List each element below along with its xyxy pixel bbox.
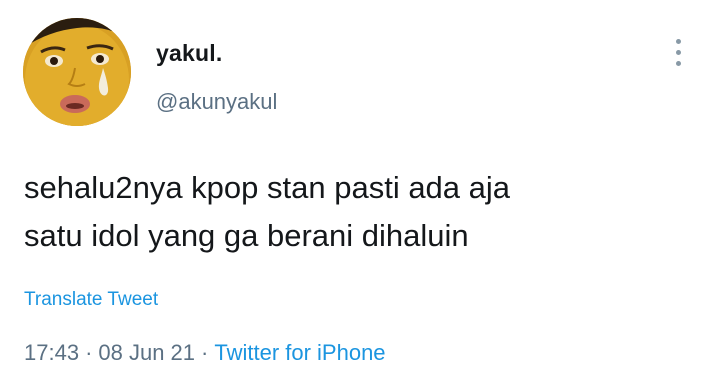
avatar-face-image (23, 18, 131, 126)
tweet-date[interactable]: 08 Jun 21 (98, 340, 195, 365)
tweet-source-link[interactable]: Twitter for iPhone (214, 340, 385, 365)
tweet-text-line: satu idol yang ga berani dihaluin (24, 218, 469, 253)
tweet-text: sehalu2nya kpop stan pasti ada aja satu … (24, 164, 694, 260)
translate-tweet-link[interactable]: Translate Tweet (24, 289, 158, 311)
display-name[interactable]: yakul. (156, 40, 222, 67)
meta-separator: · (85, 340, 93, 365)
avatar[interactable] (23, 18, 131, 126)
tweet-time[interactable]: 17:43 (24, 340, 79, 365)
tweet-card: yakul. @akunyakul sehalu2nya kpop stan p… (0, 0, 720, 387)
tweet-text-line: sehalu2nya kpop stan pasti ada aja (24, 170, 511, 205)
more-vertical-icon[interactable] (668, 36, 690, 70)
user-handle[interactable]: @akunyakul (156, 89, 277, 115)
more-dot-2 (676, 50, 681, 55)
more-dot-1 (676, 39, 681, 44)
tweet-metadata: 17:43 · 08 Jun 21 · Twitter for iPhone (24, 340, 386, 366)
meta-separator: · (201, 340, 209, 365)
more-dot-3 (676, 61, 681, 66)
